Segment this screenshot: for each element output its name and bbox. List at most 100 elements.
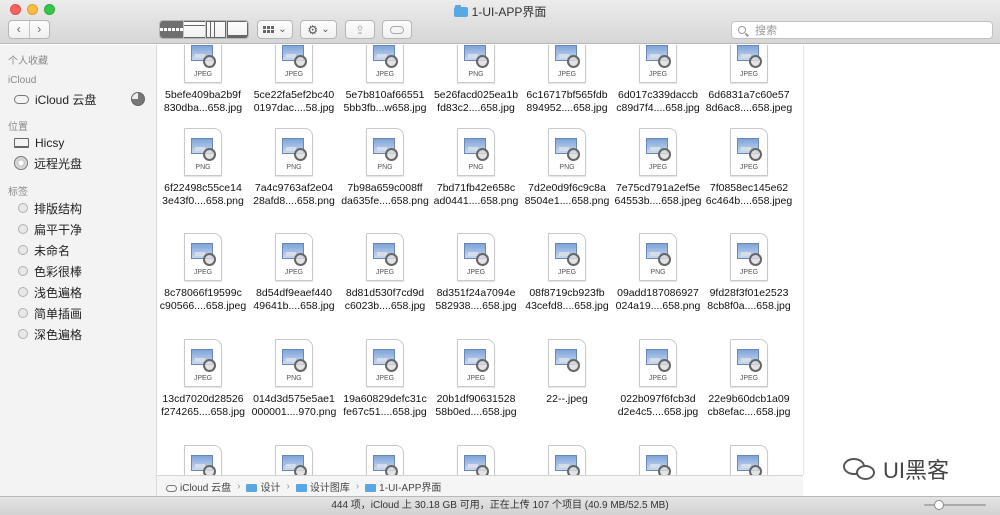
file-item[interactable]: PNG 6f22498c55ce14 3e43f0....658.png	[157, 128, 249, 208]
file-item[interactable]: JPEG 08f8719cb923fb 43cefd8....658.jpg	[521, 233, 613, 313]
file-item[interactable]: JPEG 6d6831a7c60e57 8d6ac8....658.jpeg	[703, 45, 795, 115]
file-name-line: 08f8719cb923fb	[529, 287, 605, 299]
file-item[interactable]: JPEG 8d351f24a7094e 582938....658.jpg	[430, 233, 522, 313]
path-separator: ›	[286, 480, 290, 492]
file-item[interactable]	[612, 445, 704, 475]
file-item[interactable]: PNG 7b98a659c008ff da635fe....658.png	[339, 128, 431, 208]
file-item[interactable]: JPEG 8c78066f19599c c90566....658.jpeg	[157, 233, 249, 313]
file-item[interactable]: JPEG 7e75cd791a2ef5e 64553b....658.jpeg	[612, 128, 704, 208]
file-name-line: 8d81d530f7cd9d	[345, 287, 425, 299]
sidebar-tag-item[interactable]: 浅色遍格	[14, 283, 82, 301]
file-type-label: JPEG	[284, 71, 304, 78]
slider-knob[interactable]	[934, 500, 944, 510]
file-item[interactable]	[157, 445, 249, 475]
sidebar-tag-item[interactable]: 扁平干净	[14, 220, 82, 238]
file-item[interactable]: PNG 7a4c9763af2e04 28afd8....658.png	[248, 128, 340, 208]
tag-dot-icon	[18, 266, 28, 276]
icon-view-button[interactable]	[160, 21, 183, 38]
sidebar-tag-item[interactable]: 未命名	[14, 241, 70, 259]
file-item[interactable]: JPEG 5befe409ba2b9f 830dba...658.jpg	[157, 45, 249, 115]
image-file-icon: JPEG	[184, 233, 222, 281]
file-item[interactable]: JPEG 8d81d530f7cd9d c6023b....658.jpg	[339, 233, 431, 313]
file-type-label: PNG	[195, 164, 211, 171]
file-item[interactable]: JPEG 22e9b60dcb1a09 cb8efac....658.jpg	[703, 339, 795, 419]
sidebar-tag-item[interactable]: 简单插画	[14, 304, 82, 322]
file-name: 6c16717bf565fdb 894952....658.jpg	[521, 89, 613, 115]
file-item[interactable]	[430, 445, 522, 475]
tag-dot-icon	[18, 224, 28, 234]
file-name: 09add187086927 024a19....658.png	[612, 287, 704, 313]
image-file-icon: JPEG	[184, 45, 222, 83]
image-file-icon: JPEG	[275, 233, 313, 281]
file-item[interactable]: JPEG 19a60829defc31c fe67c51....658.jpg	[339, 339, 431, 419]
file-item[interactable]	[521, 445, 613, 475]
file-item[interactable]: JPEG 13cd7020d28526 f274265....658.jpg	[157, 339, 249, 419]
wechat-icon	[843, 456, 877, 482]
sidebar-item-hicsy[interactable]: Hicsy	[14, 134, 64, 152]
file-item[interactable]	[339, 445, 431, 475]
file-name-line: 28afd8....658.png	[253, 195, 335, 207]
search-field[interactable]: 搜索	[731, 21, 993, 39]
column-view-button[interactable]	[204, 21, 227, 38]
list-view-button[interactable]	[183, 21, 205, 38]
file-item[interactable]: JPEG 5e7b810af66551 5bb3fb...w658.jpg	[339, 45, 431, 115]
file-item[interactable]: JPEG 9fd28f3f01e2523 8cb8f0a....658.jpg	[703, 233, 795, 313]
file-item[interactable]: JPEG 6d017c339daccb c89d7f4....658.jpg	[612, 45, 704, 115]
file-name: 22e9b60dcb1a09 cb8efac....658.jpg	[703, 393, 795, 419]
sidebar-item-icloud-drive[interactable]: iCloud 云盘	[14, 90, 96, 108]
favorites-section-title: 个人收藏	[8, 56, 48, 67]
path-item-current[interactable]: 1-UI-APP界面	[365, 479, 441, 494]
file-item[interactable]: JPEG 20b1df90631528 58b0ed....658.jpg	[430, 339, 522, 419]
file-name: 8d81d530f7cd9d c6023b....658.jpg	[339, 287, 431, 313]
file-item[interactable]: JPEG 7f0858ec145e62 6c464b....658.jpeg	[703, 128, 795, 208]
arrange-button[interactable]: ⌄	[257, 20, 293, 39]
sidebar-tag-item[interactable]: 排版结构	[14, 199, 82, 217]
file-grid: JPEG 5befe409ba2b9f 830dba...658.jpg JPEG 5c…	[157, 45, 803, 475]
file-item[interactable]	[248, 445, 340, 475]
sidebar-item-remote-disc[interactable]: 远程光盘	[14, 154, 82, 172]
path-item-design-library[interactable]: 设计图库	[295, 479, 350, 494]
back-button[interactable]: ‹	[9, 21, 29, 38]
forward-button[interactable]: ›	[28, 21, 50, 38]
cover-flow-button[interactable]	[226, 21, 248, 38]
file-item[interactable]: PNG 09add187086927 024a19....658.png	[612, 233, 704, 313]
file-item[interactable]: JPEG 5ce22fa5ef2bc40 0197dac....58.jpg	[248, 45, 340, 115]
file-name-line: 8d6ac8....658.jpeg	[705, 102, 793, 114]
tag-button[interactable]	[382, 20, 412, 39]
disc-icon	[14, 156, 28, 170]
action-button[interactable]: ⚙ ⌄	[300, 20, 337, 39]
file-item[interactable]: JPEG 8d54df9eaef440 49641b....658.jpg	[248, 233, 340, 313]
file-item[interactable]: PNG 5e26facd025ea1b fd83c2....658.jpg	[430, 45, 522, 115]
sidebar-tag-item[interactable]: 色彩很棒	[14, 262, 82, 280]
file-name-line: 43cefd8....658.jpg	[525, 300, 609, 312]
file-name-line: 5bb3fb...w658.jpg	[343, 102, 427, 114]
share-button[interactable]: ⇪	[345, 20, 375, 39]
file-item[interactable]: PNG 7d2e0d9f6c9c8a 8504e1....658.png	[521, 128, 613, 208]
share-icon: ⇪	[354, 22, 366, 37]
file-name-line: 22--.jpeg	[546, 393, 588, 405]
file-item[interactable]	[703, 445, 795, 475]
file-item[interactable]: JPEG 6c16717bf565fdb 894952....658.jpg	[521, 45, 613, 115]
path-bar: iCloud 云盘 › 设计 › 设计图库 › 1-UI-APP界面	[157, 475, 803, 496]
icon-size-slider[interactable]	[924, 500, 986, 510]
sidebar-tag-item[interactable]: 深色遍格	[14, 325, 82, 343]
file-name-line: 13cd7020d28526	[162, 393, 244, 405]
file-type-label: JPEG	[557, 269, 577, 276]
file-name: 22--.jpeg	[521, 393, 613, 406]
path-item-design[interactable]: 设计	[246, 479, 280, 494]
image-file-icon: PNG	[548, 128, 586, 176]
file-type-label: PNG	[650, 269, 666, 276]
file-name: 08f8719cb923fb 43cefd8....658.jpg	[521, 287, 613, 313]
file-name: 8d351f24a7094e 582938....658.jpg	[430, 287, 522, 313]
file-type-label: JPEG	[193, 375, 213, 382]
file-item[interactable]: PNG 7bd71fb42e658c ad0441....658.png	[430, 128, 522, 208]
file-name-line: 5befe409ba2b9f	[165, 89, 241, 101]
image-file-icon: PNG	[639, 233, 677, 281]
file-item[interactable]: 22--.jpeg	[521, 339, 613, 406]
path-item-icloud[interactable]: iCloud 云盘	[166, 479, 231, 494]
image-file-icon: JPEG	[366, 45, 404, 83]
chevron-down-icon: ⌄	[278, 23, 287, 35]
folder-icon	[365, 483, 377, 492]
file-item[interactable]: JPEG 022b097f6fcb3d d2e4c5....658.jpg	[612, 339, 704, 419]
file-item[interactable]: PNG 014d3d575e5ae1 000001....970.png	[248, 339, 340, 419]
